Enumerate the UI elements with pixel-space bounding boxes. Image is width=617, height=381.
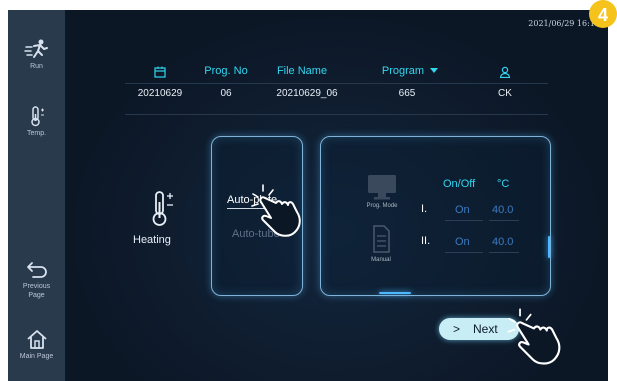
run-icon	[23, 39, 48, 58]
sidebar-item-label: Temp.	[26, 130, 47, 137]
row-1-underline	[489, 220, 519, 221]
row-2-underline	[445, 252, 483, 253]
panel-glow	[548, 236, 550, 258]
thermometer-plus-minus-icon	[152, 191, 173, 226]
device-screen: Run Temp. Previous Page Main Page 2021/0…	[8, 10, 608, 381]
sidebar-item-main-page[interactable]: Main Page	[8, 328, 65, 361]
heating-label: Heating	[133, 234, 171, 246]
cell-user: CK	[498, 88, 512, 99]
manual-document-icon[interactable]	[371, 224, 391, 254]
cell-program: 665	[398, 88, 416, 99]
prog-mode-label: Prog. Mode	[366, 203, 398, 209]
cell-date: 20210629	[137, 88, 183, 99]
sidebar-item-run[interactable]: Run	[8, 38, 65, 71]
panel-glow	[379, 292, 411, 294]
cell-file-name: 20210629_06	[276, 88, 338, 99]
unit-header: °C	[497, 178, 510, 190]
main-area: 2021/06/29 16:18 Prog. No File Name Prog…	[65, 10, 608, 381]
control-panel	[320, 136, 551, 296]
sidebar-item-label: Run	[30, 63, 43, 70]
datetime: 2021/06/29 16:18	[528, 19, 600, 28]
monitor-icon[interactable]	[365, 172, 399, 202]
sidebar-item-temp[interactable]: Temp.	[8, 105, 65, 138]
row-2-label: II.	[421, 235, 431, 247]
calendar-icon	[125, 65, 195, 81]
back-arrow-icon	[26, 262, 47, 278]
sidebar-item-label: Main Page	[19, 353, 54, 360]
sidebar-item-previous-page[interactable]: Previous Page	[8, 260, 65, 300]
table-divider	[125, 83, 548, 84]
thermometer-icon	[30, 106, 44, 127]
column-program-label: Program	[381, 65, 425, 77]
column-prog-no: Prog. No	[204, 65, 248, 77]
table-header: Prog. No File Name Program	[125, 65, 548, 85]
column-file-name: File Name	[276, 65, 328, 77]
manual-label: Manual	[371, 257, 391, 263]
dropdown-caret-icon	[430, 68, 439, 73]
row-1-temp[interactable]: 40.0	[492, 204, 513, 216]
step-badge: 4	[589, 0, 617, 28]
tap-hand-icon	[507, 308, 561, 365]
onoff-header: On/Off	[443, 178, 476, 190]
table-row[interactable]: 20210629 06 20210629_06 665 CK	[125, 88, 548, 108]
chevron-right-icon: >	[453, 322, 461, 336]
home-icon	[26, 330, 47, 349]
row-1-underline	[445, 220, 483, 221]
row-2-state[interactable]: On	[455, 236, 470, 248]
row-2-temp[interactable]: 40.0	[492, 236, 513, 248]
cell-prog-no: 06	[220, 88, 232, 99]
row-2-underline	[489, 252, 519, 253]
sidebar-item-label: Previous Page	[22, 283, 51, 299]
row-1-state[interactable]: On	[455, 204, 470, 216]
table-divider	[125, 114, 548, 115]
column-program[interactable]: Program	[365, 65, 455, 77]
sidebar: Run Temp. Previous Page Main Page	[8, 10, 65, 381]
user-icon	[470, 65, 540, 81]
row-1-label: I.	[421, 203, 428, 215]
tap-hand-icon	[251, 184, 301, 237]
next-button-label: Next	[473, 322, 498, 336]
